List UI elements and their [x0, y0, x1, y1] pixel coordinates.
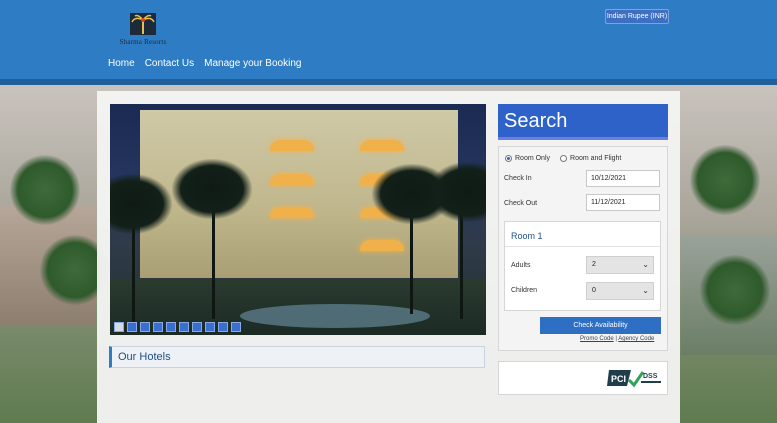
nav-manage-booking[interactable]: Manage your Booking	[204, 58, 301, 69]
slide-dot[interactable]	[153, 322, 163, 332]
window	[360, 140, 404, 151]
slideshow-pager	[114, 322, 241, 332]
agency-code-link[interactable]: Agency Code	[618, 336, 654, 342]
window	[360, 240, 404, 251]
slide-dot[interactable]	[127, 322, 137, 332]
slide-dot[interactable]	[231, 322, 241, 332]
children-select[interactable]: 0 ⌄	[586, 282, 654, 300]
main-nav: Home Contact Us Manage your Booking	[108, 58, 301, 69]
adults-label: Adults	[511, 262, 531, 269]
check-out-input[interactable]: 11/12/2021	[586, 194, 660, 211]
link-separator: |	[615, 336, 617, 342]
promo-code-link[interactable]: Promo Code	[580, 336, 614, 342]
slide-dot[interactable]	[218, 322, 228, 332]
room-title: Room 1	[511, 231, 543, 241]
pci-dss-logo-icon: PCI DSS	[607, 370, 661, 388]
site-header: Sharma Resorts Indian Rupee (INR) Home C…	[0, 0, 777, 80]
chevron-down-icon: ⌄	[642, 286, 649, 295]
chevron-down-icon: ⌄	[642, 260, 649, 269]
room-only-label: Room Only	[515, 155, 551, 162]
nav-contact-us[interactable]: Contact Us	[145, 58, 194, 69]
window	[270, 140, 314, 151]
palm-silhouette	[110, 174, 172, 234]
children-label: Children	[511, 287, 538, 294]
logo-text: Sharma Resorts	[119, 38, 167, 46]
slide-dot[interactable]	[179, 322, 189, 332]
children-value: 0	[592, 287, 596, 294]
hero-pool	[240, 304, 430, 328]
search-title: Search	[504, 110, 568, 132]
nav-home[interactable]: Home	[108, 58, 135, 69]
slide-dot[interactable]	[192, 322, 202, 332]
slide-dot[interactable]	[114, 322, 124, 332]
check-in-input[interactable]: 10/12/2021	[586, 170, 660, 187]
adults-value: 2	[592, 261, 596, 268]
pci-dss-badge: PCI DSS	[607, 368, 663, 388]
window	[270, 174, 314, 185]
slide-dot[interactable]	[205, 322, 215, 332]
search-header: Search	[498, 104, 668, 140]
hero-slideshow[interactable]	[110, 104, 486, 335]
background-palm	[10, 155, 80, 225]
pci-text: PCI	[611, 374, 626, 384]
dss-text: DSS	[643, 373, 658, 380]
logo[interactable]: Sharma Resorts	[110, 10, 176, 50]
check-availability-button[interactable]: Check Availability	[540, 317, 661, 334]
room-only-radio[interactable]	[505, 155, 512, 162]
search-type-options: Room Only Room and Flight	[505, 155, 621, 162]
check-in-label: Check In	[504, 175, 532, 182]
our-hotels-header[interactable]: Our Hotels	[109, 346, 485, 368]
room-and-flight-radio[interactable]	[560, 155, 568, 162]
slide-dot[interactable]	[140, 322, 150, 332]
window	[270, 207, 314, 218]
check-out-label: Check Out	[504, 200, 538, 207]
palm-silhouette	[428, 162, 486, 222]
palm-silhouette	[172, 159, 252, 219]
background-palm	[700, 255, 770, 325]
palm-logo-icon	[130, 13, 156, 35]
our-hotels-title: Our Hotels	[118, 351, 171, 363]
background-palm	[690, 145, 760, 215]
room-divider	[505, 246, 660, 247]
currency-selector[interactable]: Indian Rupee (INR)	[605, 9, 669, 24]
adults-select[interactable]: 2 ⌄	[586, 256, 654, 274]
slide-dot[interactable]	[166, 322, 176, 332]
code-links: Promo Code | Agency Code	[580, 336, 654, 342]
room-and-flight-label: Room and Flight	[570, 155, 622, 162]
